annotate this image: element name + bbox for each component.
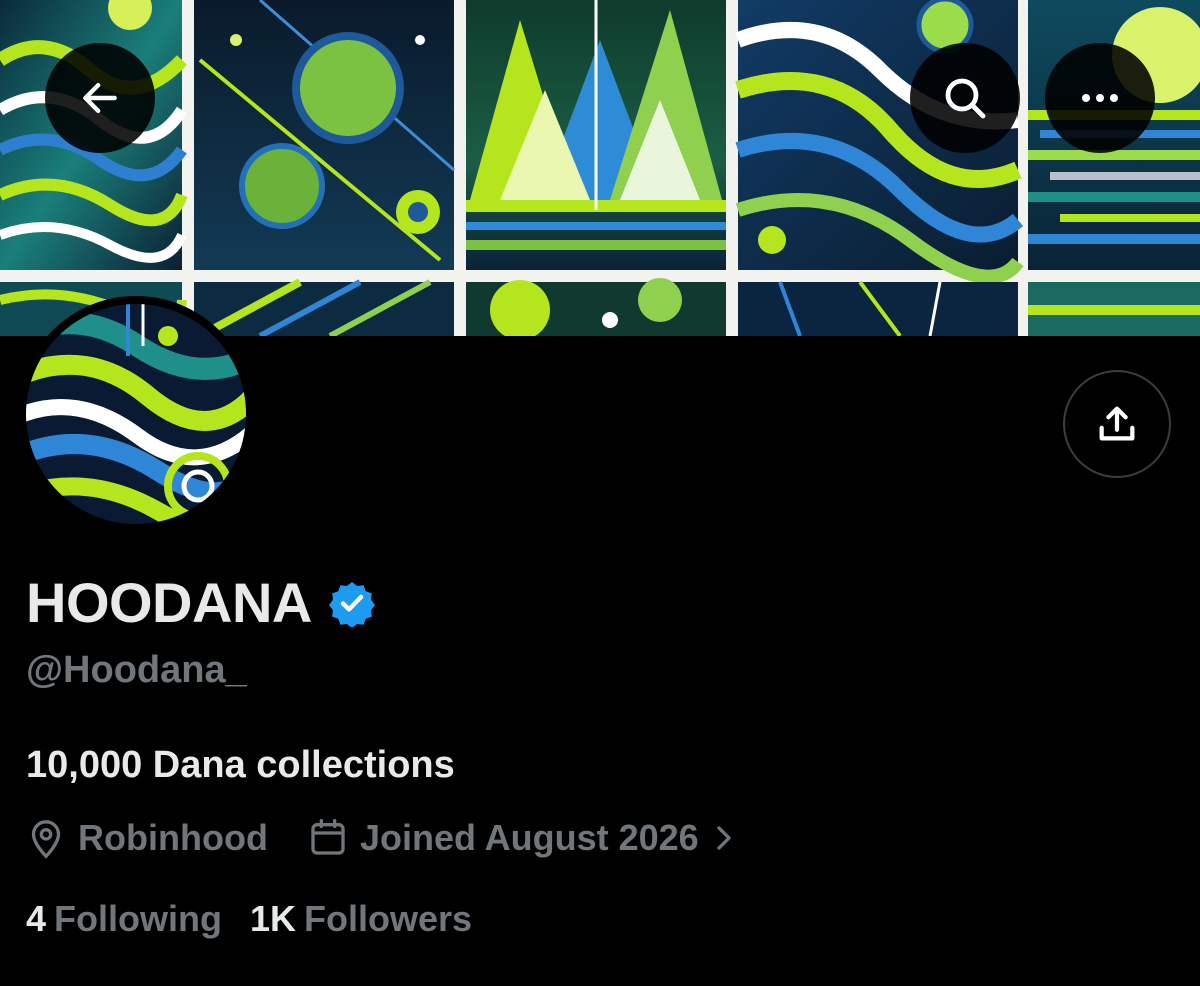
chevron-right-icon xyxy=(711,818,737,858)
display-name: HOODANA xyxy=(26,571,312,634)
more-horizontal-icon xyxy=(1082,94,1118,102)
location-text: Robinhood xyxy=(78,817,268,858)
calendar-icon xyxy=(308,816,348,860)
profile-stats: 4 Following 1K Followers xyxy=(26,898,472,940)
followers-label: Followers xyxy=(304,898,473,939)
profile-banner[interactable] xyxy=(0,0,1200,336)
followers-link[interactable]: 1K Followers xyxy=(250,898,472,940)
followers-count: 1K xyxy=(250,898,297,939)
profile-name-row: HOODANA xyxy=(26,572,376,634)
following-count: 4 xyxy=(26,898,47,939)
profile-handle: @Hoodana_ xyxy=(26,649,247,691)
avatar-artwork xyxy=(18,296,254,532)
following-label: Following xyxy=(54,898,222,939)
joined-text: Joined August 2026 xyxy=(359,817,699,858)
avatar[interactable] xyxy=(18,296,254,532)
profile-bio: 10,000 Dana collections xyxy=(26,744,455,786)
more-options-button[interactable] xyxy=(1045,43,1155,153)
share-upload-icon xyxy=(1099,406,1135,441)
profile-meta: Robinhood Joined August 2026 xyxy=(26,816,737,860)
arrow-left-icon xyxy=(83,82,117,114)
share-button[interactable] xyxy=(1063,370,1171,478)
location-item: Robinhood xyxy=(26,816,268,860)
profile-page: HOODANA @Hoodana_ 10,000 Dana collection… xyxy=(0,0,1200,986)
location-pin-icon xyxy=(26,816,66,860)
following-link[interactable]: 4 Following xyxy=(26,898,222,940)
search-button[interactable] xyxy=(910,43,1020,153)
verified-badge-icon[interactable] xyxy=(328,579,376,627)
search-icon xyxy=(945,78,986,119)
banner-artwork xyxy=(0,0,1200,336)
back-button[interactable] xyxy=(45,43,155,153)
joined-item[interactable]: Joined August 2026 xyxy=(308,816,737,860)
